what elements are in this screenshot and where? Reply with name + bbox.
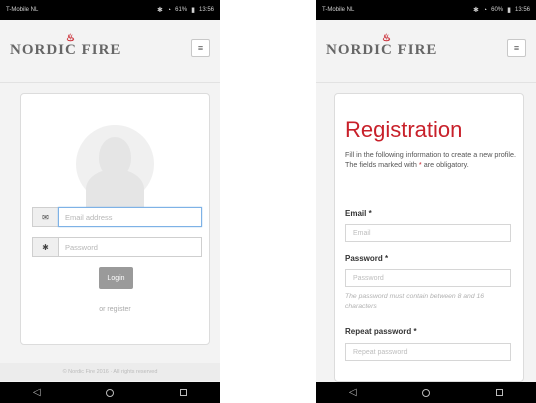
carrier-label: T-Mobile NL	[6, 7, 39, 13]
status-bar: T-Mobile NL ✱ ◔ 61% ▮ 13:56	[0, 0, 220, 20]
hamburger-menu-icon[interactable]: ≡	[507, 39, 526, 57]
login-screen: T-Mobile NL ✱ ◔ 61% ▮ 13:56 ♨ NORDIC FIR…	[0, 0, 220, 403]
email-field-group: ✉ Email address	[32, 207, 202, 227]
registration-card: Registration Fill in the following infor…	[334, 93, 524, 382]
required-star: *	[418, 160, 422, 170]
hamburger-menu-icon[interactable]: ≡	[191, 39, 210, 57]
android-nav-bar: ◁	[0, 382, 220, 403]
home-icon[interactable]	[422, 388, 431, 397]
envelope-icon: ✉	[32, 207, 58, 227]
password-field-group: ✱ Password	[32, 237, 202, 257]
registration-intro: Fill in the following information to cre…	[345, 150, 516, 170]
password-hint: The password must contain between 8 and …	[345, 293, 485, 310]
flame-icon: ♨	[66, 33, 76, 44]
avatar-body-shape	[86, 169, 144, 209]
status-bar: T-Mobile NL ✱ ◔ 60% ▮ 13:56	[316, 0, 536, 20]
back-icon[interactable]: ◁	[349, 387, 357, 398]
avatar-placeholder	[76, 125, 154, 209]
email-field[interactable]: Email address	[58, 207, 202, 227]
app-header: ♨ NORDIC FIRE ≡	[316, 20, 536, 83]
page-title: Registration	[345, 117, 463, 142]
clock: 13:56	[198, 7, 214, 13]
nordic-fire-logo[interactable]: ♨ NORDIC FIRE	[326, 33, 437, 59]
password-label: Password *	[345, 254, 389, 263]
recent-apps-icon[interactable]	[496, 389, 504, 396]
recent-apps-icon[interactable]	[180, 389, 188, 396]
email-field[interactable]: Email	[345, 224, 511, 242]
clock: 13:56	[514, 7, 530, 13]
bluetooth-icon: ✱	[473, 7, 479, 14]
app-header: ♨ NORDIC FIRE ≡	[0, 20, 220, 83]
asterisk-icon: ✱	[32, 237, 58, 257]
home-icon[interactable]	[106, 388, 115, 397]
repeat-password-label: Repeat password *	[345, 327, 417, 336]
flame-icon: ♨	[382, 33, 392, 44]
battery-level: 61%	[175, 7, 188, 13]
wifi-icon: ◔	[482, 6, 488, 14]
nordic-fire-logo[interactable]: ♨ NORDIC FIRE	[10, 33, 121, 59]
android-nav-bar: ◁	[316, 382, 536, 403]
password-field[interactable]: Password	[345, 269, 511, 287]
battery-icon: ▮	[191, 7, 195, 14]
repeat-password-field[interactable]: Repeat password	[345, 343, 511, 361]
register-link[interactable]: or register	[21, 306, 209, 313]
email-label: Email *	[345, 209, 372, 218]
bluetooth-icon: ✱	[157, 7, 163, 14]
registration-screen: T-Mobile NL ✱ ◔ 60% ▮ 13:56 ♨ NORDIC FIR…	[316, 0, 536, 403]
battery-icon: ▮	[507, 7, 511, 14]
battery-level: 60%	[491, 7, 504, 13]
login-button[interactable]: Login	[99, 267, 133, 289]
carrier-label: T-Mobile NL	[322, 7, 355, 13]
login-card: ✉ Email address ✱ Password Login or regi…	[20, 93, 210, 345]
wifi-icon: ◔	[166, 6, 172, 14]
password-field[interactable]: Password	[58, 237, 202, 257]
back-icon[interactable]: ◁	[33, 387, 41, 398]
footer-copyright: © Nordic Fire 2016 · All rights reserved	[0, 363, 220, 381]
